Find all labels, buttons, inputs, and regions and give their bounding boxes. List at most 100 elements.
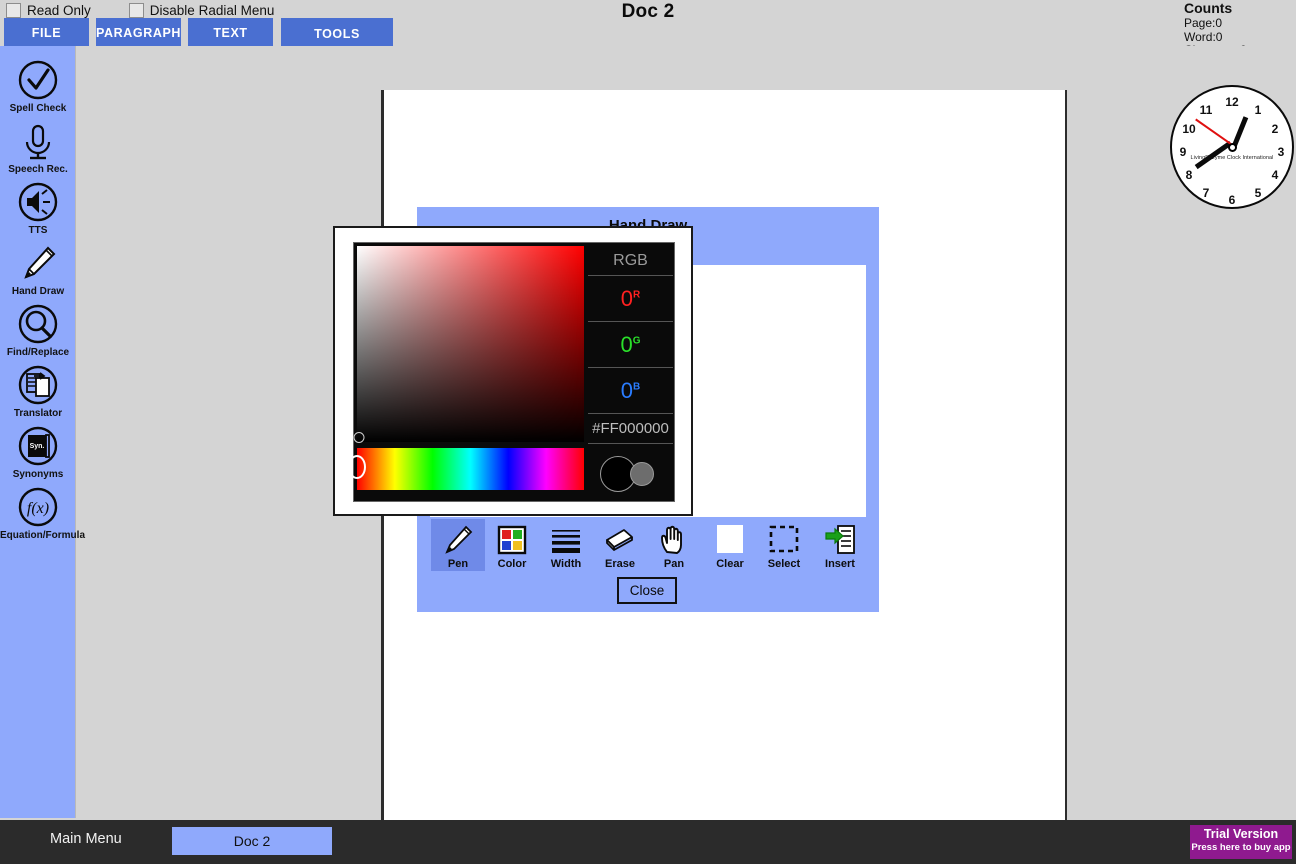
speaker-icon [18,182,58,222]
tools-sidebar: Spell Check Speech Rec. TTS Hand Draw Fi… [0,46,85,818]
green-superscript: G [632,335,641,347]
trial-subtitle: Press here to buy app [1191,842,1291,853]
sidebar-item-label: Equation/Formula [0,530,85,541]
analog-clock: 12 1 2 3 4 5 6 7 8 9 10 11 LivingEnzyme … [1170,85,1294,209]
blue-channel-field[interactable]: 0B [588,368,673,414]
clock-number: 6 [1228,193,1236,207]
clock-number: 5 [1254,186,1262,200]
red-superscript: R [633,289,641,301]
sidebar-item-label: Hand Draw [11,286,65,297]
clock-number: 12 [1225,95,1239,109]
tool-pan[interactable]: Pan [647,519,701,571]
clock-number: 7 [1202,186,1210,200]
hue-slider-handle[interactable] [348,455,366,479]
menu-tab-file[interactable]: FILE [4,18,89,48]
color-picker-dialog: RGB 0R 0G 0B #FF000000 [333,226,693,516]
clock-number: 11 [1199,103,1213,117]
counts-title: Counts [1184,0,1233,16]
clock-brand-label: LivingEnzyme Clock International [1190,155,1274,161]
sidebar-item-label: Speech Rec. [8,164,68,175]
saturation-value-area[interactable] [353,246,584,443]
pen-icon [445,525,473,554]
tool-color[interactable]: Color [485,519,539,571]
tool-erase[interactable]: Erase [593,519,647,571]
pen-icon [24,246,56,279]
sidebar-item-synonyms[interactable]: Syn. Synonyms [0,424,76,480]
hand-draw-toolbar: Pen Color Width Erase Pan Clear Select I… [431,519,867,577]
tool-width[interactable]: Width [539,519,593,571]
sidebar-item-tts[interactable]: TTS [0,180,76,236]
sidebar-item-label: Spell Check [9,103,67,114]
function-icon: f(x) [18,487,58,527]
insert-arrow-icon [825,525,855,554]
tool-label: Erase [605,558,635,570]
clock-number: 10 [1182,122,1196,136]
counts-page: Page:0 [1184,16,1223,30]
dashed-selection-icon [769,525,799,553]
sidebar-item-label: Translator [13,408,63,419]
tool-select[interactable]: Select [757,519,811,571]
tool-label: Pen [447,558,469,570]
sidebar-item-spell-check[interactable]: Spell Check [0,58,76,114]
check-circle-icon [18,60,58,100]
trial-title: Trial Version [1203,827,1279,841]
tool-label: Clear [716,558,744,570]
red-value: 0 [620,285,633,311]
doc-tab-button[interactable]: Doc 2 [172,827,332,855]
color-preview-widget[interactable] [588,444,673,506]
hue-slider[interactable] [357,448,584,490]
clock-number: 8 [1185,168,1193,182]
green-channel-field[interactable]: 0G [588,322,673,368]
top-bar: Read Only Disable Radial Menu Doc 2 Coun… [0,0,1296,57]
color-picker-body: RGB 0R 0G 0B #FF000000 [348,242,675,502]
synonyms-book-icon: Syn. [18,426,58,466]
tool-insert[interactable]: Insert [813,519,867,571]
eraser-icon [606,529,633,551]
tool-label: Insert [825,558,855,570]
blank-page-icon [717,525,743,553]
blue-value: 0 [620,377,633,403]
menu-tab-text[interactable]: TEXT [188,18,273,48]
magnifier-icon [18,304,58,344]
sidebar-item-equation-formula[interactable]: f(x) Equation/Formula [0,485,85,541]
tool-label: Color [497,558,527,570]
svg-text:f(x): f(x) [27,500,49,517]
tool-label: Select [767,558,801,570]
sidebar-item-label: Find/Replace [6,347,70,358]
sidebar-item-label: TTS [28,225,48,236]
sidebar-item-label: Synonyms [12,469,64,480]
clock-second-hand [1195,119,1233,147]
line-width-icon [552,530,580,553]
color-values-panel: RGB 0R 0G 0B #FF000000 [588,246,673,500]
tool-label: Width [550,558,582,570]
main-menu-button[interactable]: Main Menu [50,831,122,847]
sidebar-item-find-replace[interactable]: Find/Replace [0,302,76,358]
clock-number: 2 [1271,122,1279,136]
green-value: 0 [620,331,633,357]
clock-number: 4 [1271,168,1279,182]
application-window: Read Only Disable Radial Menu Doc 2 Coun… [0,0,1296,864]
tool-pen[interactable]: Pen [431,519,485,571]
tool-clear[interactable]: Clear [703,519,757,571]
clock-center-pin [1227,142,1237,152]
svg-text:Syn.: Syn. [30,443,45,450]
color-palette-icon [497,525,527,555]
red-channel-field[interactable]: 0R [588,276,673,322]
hand-icon [661,525,682,554]
sidebar-item-speech-rec[interactable]: Speech Rec. [0,119,76,175]
saturation-marker[interactable] [353,432,365,443]
menu-tab-paragraph[interactable]: PARAGRAPH [96,18,181,48]
tool-label: Pan [663,558,685,570]
rgb-mode-label[interactable]: RGB [588,246,673,276]
translate-icon [18,365,58,405]
microphone-icon [25,124,51,160]
clock-hour-hand [1232,116,1248,147]
sidebar-item-hand-draw[interactable]: Hand Draw [0,241,76,297]
trial-version-button[interactable]: Trial Version Press here to buy app [1190,825,1292,859]
blue-superscript: B [633,381,641,393]
close-button[interactable]: Close [617,577,677,604]
previous-color-circle [630,462,654,486]
sidebar-item-translator[interactable]: Translator [0,363,76,419]
counts-word: Word:0 [1184,29,1223,44]
hex-value-field[interactable]: #FF000000 [588,414,673,444]
